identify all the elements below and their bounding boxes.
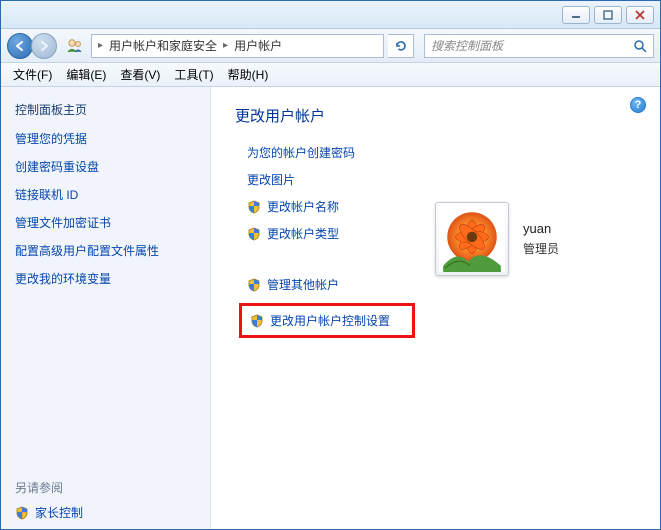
highlighted-action: 更改用户帐户控制设置 [239, 303, 415, 338]
sidebar-link-encryption-cert[interactable]: 管理文件加密证书 [15, 214, 196, 231]
help-icon[interactable]: ? [630, 97, 646, 113]
sidebar-links: 管理您的凭据 创建密码重设盘 链接联机 ID 管理文件加密证书 配置高级用户配置… [15, 130, 196, 287]
minimize-button[interactable] [562, 6, 590, 24]
action-change-picture[interactable]: 更改图片 [247, 171, 415, 188]
close-button[interactable] [626, 6, 654, 24]
breadcrumb-segment[interactable]: 用户帐户和家庭安全 [105, 37, 221, 54]
action-change-type[interactable]: 更改帐户类型 [247, 225, 415, 242]
action-list: 为您的帐户创建密码 更改图片 更改帐户名称 更改帐户类型 管理其他帐户 [235, 144, 415, 338]
sidebar: 控制面板主页 管理您的凭据 创建密码重设盘 链接联机 ID 管理文件加密证书 配… [1, 87, 211, 529]
action-manage-other[interactable]: 管理其他帐户 [247, 276, 415, 293]
location-icon [65, 37, 83, 55]
sidebar-link-online-id[interactable]: 链接联机 ID [15, 186, 196, 203]
parental-controls-link[interactable]: 家长控制 [15, 504, 196, 521]
user-role: 管理员 [523, 240, 559, 257]
menu-view[interactable]: 查看(V) [114, 64, 166, 85]
shield-icon [250, 314, 264, 328]
nav-buttons [7, 33, 55, 59]
main-row: 为您的帐户创建密码 更改图片 更改帐户名称 更改帐户类型 管理其他帐户 [235, 144, 642, 338]
search-placeholder: 搜索控制面板 [431, 37, 633, 54]
menubar: 文件(F) 编辑(E) 查看(V) 工具(T) 帮助(H) [1, 63, 660, 87]
shield-icon [15, 506, 29, 520]
menu-tools[interactable]: 工具(T) [168, 64, 219, 85]
action-uac-settings[interactable]: 更改用户帐户控制设置 [250, 312, 404, 329]
user-name: yuan [523, 221, 559, 236]
page-title: 更改用户帐户 [235, 105, 642, 126]
chevron-right-icon: ▸ [221, 40, 230, 51]
menu-edit[interactable]: 编辑(E) [60, 64, 112, 85]
breadcrumb[interactable]: ▸ 用户帐户和家庭安全 ▸ 用户帐户 [91, 34, 384, 58]
parental-controls-label: 家长控制 [35, 504, 83, 521]
menu-help[interactable]: 帮助(H) [222, 64, 275, 85]
see-also-label: 另请参阅 [15, 479, 196, 496]
sidebar-link-profile-props[interactable]: 配置高级用户配置文件属性 [15, 242, 196, 259]
control-panel-window: ▸ 用户帐户和家庭安全 ▸ 用户帐户 搜索控制面板 文件(F) 编辑(E) 查看… [0, 0, 661, 530]
shield-icon [247, 278, 261, 292]
maximize-button[interactable] [594, 6, 622, 24]
body: 控制面板主页 管理您的凭据 创建密码重设盘 链接联机 ID 管理文件加密证书 配… [1, 87, 660, 529]
chevron-right-icon: ▸ [96, 40, 105, 51]
sidebar-link-password-reset[interactable]: 创建密码重设盘 [15, 158, 196, 175]
shield-icon [247, 227, 261, 241]
forward-button[interactable] [31, 33, 57, 59]
back-button[interactable] [7, 33, 33, 59]
sidebar-title[interactable]: 控制面板主页 [15, 101, 196, 118]
sidebar-link-env-vars[interactable]: 更改我的环境变量 [15, 270, 196, 287]
sidebar-link-credentials[interactable]: 管理您的凭据 [15, 130, 196, 147]
action-change-name[interactable]: 更改帐户名称 [247, 198, 415, 215]
search-icon [633, 39, 647, 53]
avatar[interactable] [435, 202, 509, 276]
main: ? 更改用户帐户 为您的帐户创建密码 更改图片 更改帐户名称 更改帐户类型 [211, 87, 660, 529]
user-card: yuan 管理员 [435, 140, 559, 338]
breadcrumb-segment[interactable]: 用户帐户 [230, 37, 286, 54]
sidebar-bottom: 另请参阅 家长控制 [15, 479, 196, 521]
navbar: ▸ 用户帐户和家庭安全 ▸ 用户帐户 搜索控制面板 [1, 29, 660, 63]
titlebar [1, 1, 660, 29]
shield-icon [247, 200, 261, 214]
menu-file[interactable]: 文件(F) [7, 64, 58, 85]
search-input[interactable]: 搜索控制面板 [424, 34, 654, 58]
action-create-password[interactable]: 为您的帐户创建密码 [247, 144, 415, 161]
refresh-button[interactable] [388, 34, 414, 58]
user-info: yuan 管理员 [523, 221, 559, 257]
